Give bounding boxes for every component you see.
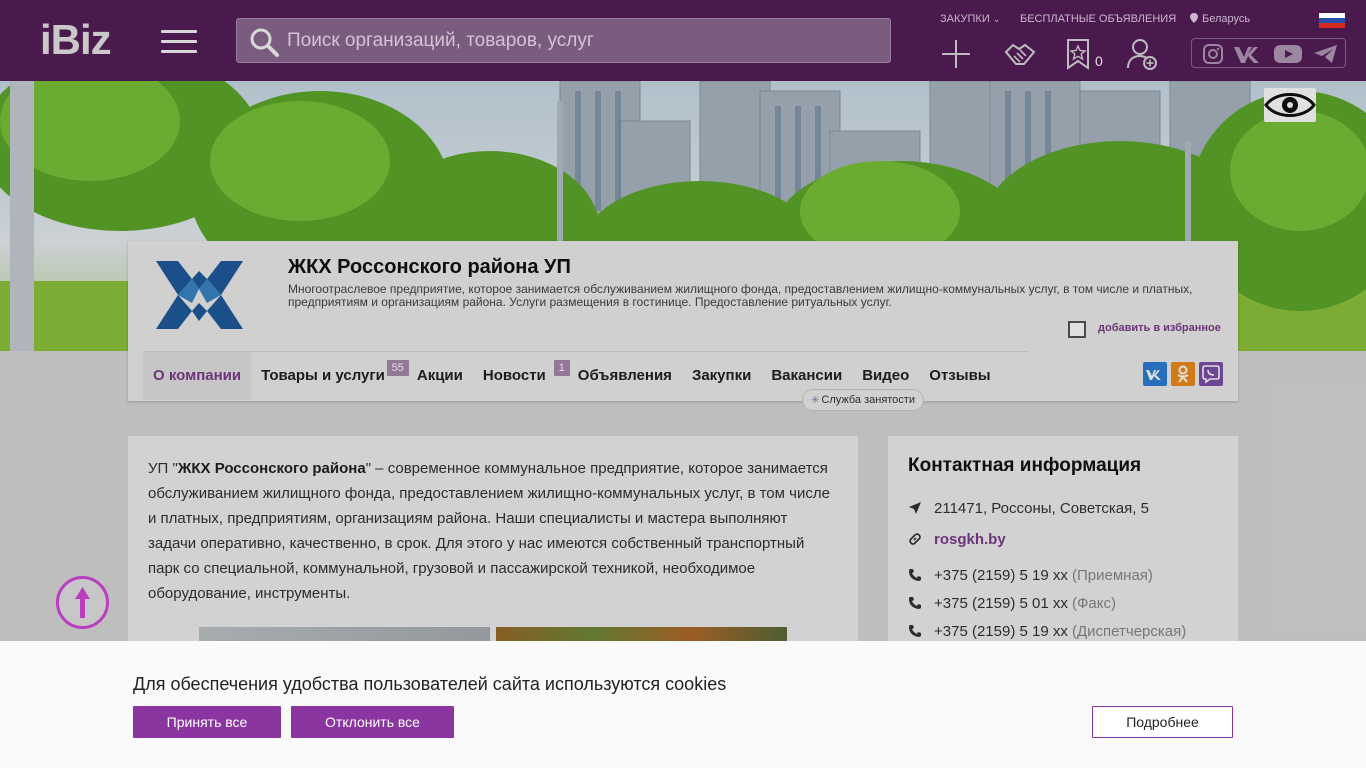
employment-service-tag[interactable]: ✳ Служба занятости [802, 389, 924, 411]
company-card: ЖКХ Россонского района УП Многоотраслево… [128, 241, 1238, 411]
phone-icon [909, 569, 921, 581]
sparkle-icon: ✳ [811, 395, 820, 406]
vk-icon[interactable] [1233, 43, 1265, 65]
add-user-icon[interactable] [1126, 38, 1158, 70]
youtube-icon[interactable] [1273, 43, 1303, 65]
search-bar[interactable] [236, 18, 891, 63]
language-flag-icon[interactable] [1319, 13, 1345, 28]
location-pin-icon [1190, 13, 1198, 23]
tab-news[interactable]: Новости 1 [473, 352, 570, 400]
phone-number[interactable]: +375 (2159) 5 01 xx [934, 595, 1068, 612]
share-viber-icon[interactable] [1199, 362, 1223, 386]
social-links [1191, 38, 1346, 68]
contact-website: rosgkh.by [908, 531, 1006, 548]
nav-zakupki[interactable]: Закупки ⌄ [940, 13, 1000, 25]
site-header: iBiz Закупки⌄ Бесплатные объявления Бела… [0, 0, 1366, 81]
region-selector[interactable]: Беларусь [1190, 13, 1250, 25]
tab-promotions[interactable]: Акции [407, 352, 473, 400]
chevron-down-icon: ⌄ [992, 14, 1001, 24]
tab-ads[interactable]: Объявления [568, 352, 682, 400]
tab-products[interactable]: Товары и услуги 55 [251, 352, 409, 400]
add-favorite-checkbox[interactable] [1068, 321, 1086, 338]
tab-about[interactable]: О компании [143, 352, 252, 400]
company-logo [156, 261, 243, 329]
about-text: УП "ЖКХ Россонского района" – современно… [148, 460, 830, 602]
location-arrow-icon [909, 502, 921, 514]
scroll-up-arrow-icon[interactable] [56, 576, 109, 629]
telegram-icon[interactable] [1313, 43, 1339, 65]
accept-all-button[interactable]: Принять все [133, 706, 281, 738]
share-vk-icon[interactable] [1143, 362, 1167, 386]
accessibility-eye-icon[interactable] [1264, 88, 1316, 122]
contact-phone: +375 (2159) 5 19 xx (Приемная) [908, 567, 1153, 584]
phone-icon [909, 597, 921, 609]
link-icon [909, 533, 921, 545]
search-icon [250, 28, 279, 57]
menu-burger-icon[interactable] [161, 30, 197, 54]
favorites-bookmark-icon[interactable] [1064, 38, 1096, 70]
share-ok-icon[interactable] [1171, 362, 1195, 386]
favorites-count: 0 [1095, 53, 1103, 69]
instagram-icon[interactable] [1202, 43, 1224, 65]
nav-free-ads[interactable]: Бесплатные объявления [1020, 13, 1176, 25]
contact-phone: +375 (2159) 5 19 xx (Диспетчерская) [908, 623, 1186, 640]
tab-badge: 55 [386, 360, 409, 376]
phone-icon [909, 625, 921, 637]
cookie-banner: Для обеспечения удобства пользователей с… [0, 641, 1366, 768]
cookie-text: Для обеспечения удобства пользователей с… [133, 674, 727, 694]
contact-address: 211471, Россоны, Советская, 5 [908, 500, 1149, 517]
phone-number[interactable]: +375 (2159) 5 19 xx [934, 623, 1068, 640]
company-description: Многоотраслевое предприятие, которое зан… [288, 282, 1193, 309]
contact-phone: +375 (2159) 5 01 xx (Факс) [908, 595, 1116, 612]
tab-reviews[interactable]: Отзывы [919, 352, 1000, 400]
plus-icon[interactable] [940, 38, 972, 70]
tab-purchases[interactable]: Закупки [682, 352, 761, 400]
company-title: ЖКХ Россонского района УП [288, 256, 571, 278]
search-input[interactable] [287, 19, 877, 62]
add-favorite-label[interactable]: добавить в избранное [1098, 322, 1221, 334]
contacts-title: Контактная информация [908, 455, 1142, 476]
website-link[interactable]: rosgkh.by [934, 531, 1006, 548]
cookie-details-button[interactable]: Подробнее [1092, 706, 1233, 738]
reject-all-button[interactable]: Отклонить все [291, 706, 454, 738]
handshake-icon[interactable] [1004, 38, 1036, 70]
site-logo[interactable]: iBiz [40, 19, 112, 61]
phone-number[interactable]: +375 (2159) 5 19 xx [934, 567, 1068, 584]
